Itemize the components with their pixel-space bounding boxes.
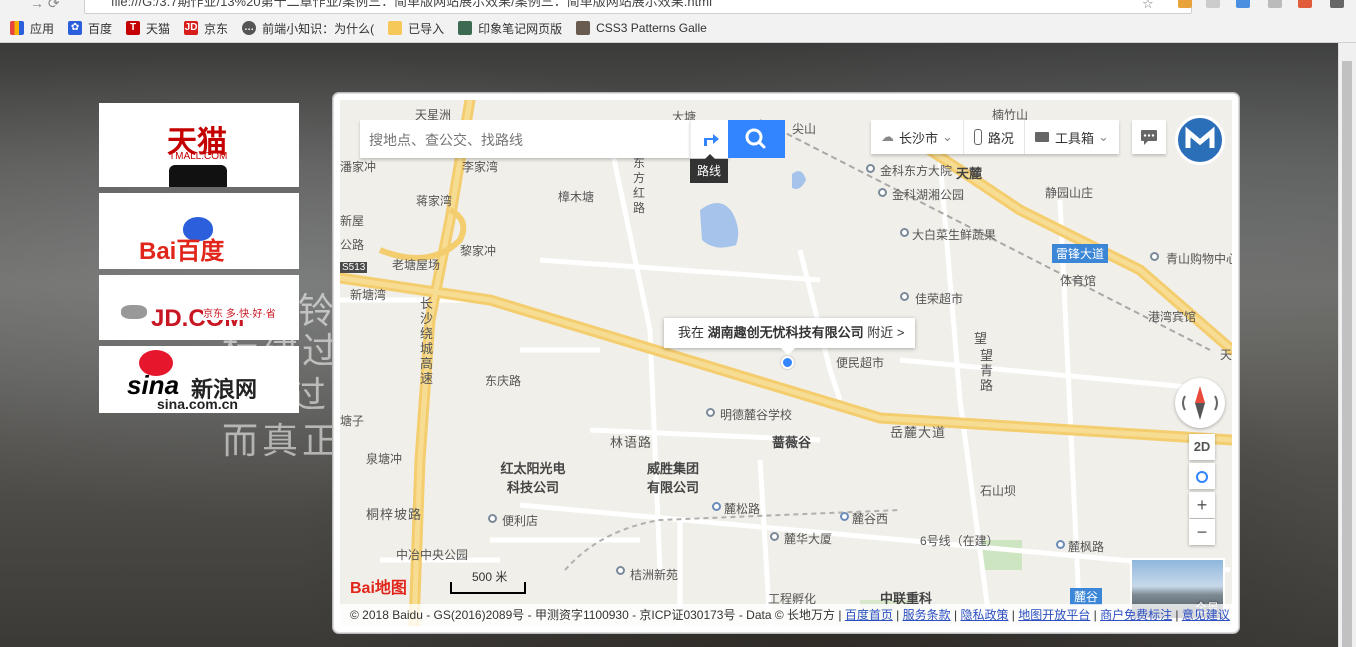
- bookmark-item[interactable]: 应用: [10, 20, 54, 37]
- evernote-icon: [458, 21, 473, 35]
- metro-station-marker[interactable]: [712, 502, 721, 511]
- scrollbar-thumb[interactable]: [1342, 61, 1352, 647]
- baidu-map-logo: Bai地图: [350, 580, 407, 597]
- apps-icon: [10, 21, 24, 35]
- footer-link[interactable]: 百度首页: [845, 608, 893, 622]
- map-frame: 天星洲 大塘 尖山 楠竹山 金科东方大院 天麓 金科湖湘公园 静园山庄 李家湾 …: [333, 93, 1239, 633]
- poi-marker[interactable]: [616, 566, 625, 575]
- footer-link[interactable]: 意见建议: [1182, 608, 1230, 622]
- poi-marker[interactable]: [878, 188, 887, 197]
- scale-bar: 500 米: [450, 570, 526, 594]
- map-mode-2d-button[interactable]: 2D: [1189, 434, 1215, 460]
- avatar-logo-icon: [1185, 126, 1215, 148]
- baidu-logo-link[interactable]: Bai百度: [99, 193, 299, 269]
- tmall-icon: T: [126, 21, 141, 35]
- nav-arrows-icon[interactable]: → ⟳: [30, 0, 60, 12]
- chevron-down-icon: ⌄: [942, 129, 953, 144]
- route-button[interactable]: [690, 120, 729, 158]
- route-tooltip: 路线: [690, 154, 728, 183]
- jd-icon: JD: [184, 21, 199, 35]
- bookmark-item[interactable]: 已导入: [388, 20, 444, 37]
- jd-dog-icon: [121, 305, 147, 319]
- map-toolbar: ☁ 长沙市 ⌄ 路况 工具箱 ⌄: [871, 120, 1119, 154]
- footer-link[interactable]: 隐私政策: [960, 608, 1008, 622]
- location-popup[interactable]: 我在 湖南趣创无忧科技有限公司 附近 >: [664, 318, 915, 355]
- poi-marker[interactable]: [488, 514, 497, 523]
- poi-marker[interactable]: [900, 292, 909, 301]
- poi-marker[interactable]: [706, 408, 715, 417]
- url-field[interactable]: file:///G:/3.7期作业/13%20第十二章作业/案例三：简单版网站展…: [84, 0, 1192, 14]
- bookmark-item[interactable]: 印象笔记网页版: [458, 20, 562, 37]
- metro-station-marker[interactable]: [840, 512, 849, 521]
- zoom-in-button[interactable]: +: [1189, 492, 1215, 518]
- toolbox-icon: [1034, 132, 1049, 142]
- current-location-dot: [781, 356, 794, 369]
- map-search-input[interactable]: [360, 120, 691, 160]
- chevron-down-icon: ⌄: [1097, 129, 1109, 144]
- bookmark-item[interactable]: … 前端小知识：为什么(: [242, 20, 374, 37]
- jd-logo-link[interactable]: JD.COM 京东 多·快·好·省: [99, 275, 299, 340]
- extension-icon[interactable]: [1178, 0, 1192, 8]
- footer-link[interactable]: 商户免费标注: [1100, 608, 1172, 622]
- user-avatar[interactable]: [1175, 115, 1225, 165]
- extension-icon[interactable]: [1298, 0, 1312, 8]
- city-selector[interactable]: ☁ 长沙市 ⌄: [871, 120, 964, 154]
- poi-marker[interactable]: [1150, 252, 1159, 261]
- toolbox-button[interactable]: 工具箱 ⌄: [1025, 120, 1119, 154]
- extension-icon[interactable]: [1206, 0, 1220, 8]
- footer-link[interactable]: 地图开放平台: [1018, 608, 1090, 622]
- sina-logo-link[interactable]: sina 新浪网 sina.com.cn: [99, 346, 299, 413]
- extension-icon[interactable]: [1268, 0, 1282, 8]
- bookmark-item[interactable]: T 天猫: [126, 20, 170, 37]
- poi-marker[interactable]: [866, 164, 875, 173]
- traffic-button[interactable]: 路况: [964, 120, 1025, 154]
- poi-marker[interactable]: [900, 228, 909, 237]
- message-button[interactable]: [1132, 120, 1166, 154]
- tmall-logo-link[interactable]: 天猫 TMALL.COM: [99, 103, 299, 187]
- bookmarks-bar: 应用 ✿ 百度 T 天猫 JD 京东 … 前端小知识：为什么( 已导入 印象笔记网页版 …: [0, 14, 1356, 43]
- wechat-icon: …: [242, 21, 257, 35]
- locate-button[interactable]: [1189, 463, 1215, 489]
- cloud-icon: ☁: [881, 129, 894, 144]
- baidu-paw-icon: ✿: [68, 21, 83, 35]
- map-search-box: [360, 120, 691, 160]
- address-bar-area: → ⟳ file:///G:/3.7期作业/13%20第十二章作业/案例三：简单…: [0, 0, 1356, 14]
- bookmark-star-icon[interactable]: ☆: [1142, 0, 1154, 12]
- scrollbar[interactable]: [1338, 43, 1356, 647]
- search-icon: [745, 128, 766, 149]
- compass-icon: [1182, 386, 1218, 420]
- traffic-light-icon: [973, 129, 982, 145]
- tmall-cat-icon: [169, 165, 227, 187]
- map-footer: © 2018 Baidu - GS(2016)2089号 - 甲测资字11009…: [340, 604, 1232, 626]
- search-button[interactable]: [728, 120, 785, 158]
- background-text: 而真正: [222, 421, 343, 462]
- route-arrow-icon: [704, 134, 719, 146]
- menu-icon[interactable]: [1330, 0, 1344, 8]
- footer-link[interactable]: 服务条款: [903, 608, 951, 622]
- patterns-icon: [576, 21, 591, 35]
- folder-icon: [388, 21, 403, 35]
- message-icon: [1141, 130, 1157, 145]
- poi-marker[interactable]: [770, 532, 779, 541]
- bookmark-item[interactable]: ✿ 百度: [68, 20, 112, 37]
- bookmark-item[interactable]: JD 京东: [184, 20, 228, 37]
- bookmark-item[interactable]: CSS3 Patterns Galle: [576, 21, 707, 35]
- metro-station-marker[interactable]: [1056, 540, 1065, 549]
- baidu-map[interactable]: 天星洲 大塘 尖山 楠竹山 金科东方大院 天麓 金科湖湘公园 静园山庄 李家湾 …: [340, 100, 1232, 626]
- zoom-out-button[interactable]: −: [1189, 519, 1215, 545]
- compass-control[interactable]: [1175, 378, 1225, 428]
- locate-icon: [1196, 470, 1208, 483]
- extension-icon[interactable]: [1236, 0, 1250, 8]
